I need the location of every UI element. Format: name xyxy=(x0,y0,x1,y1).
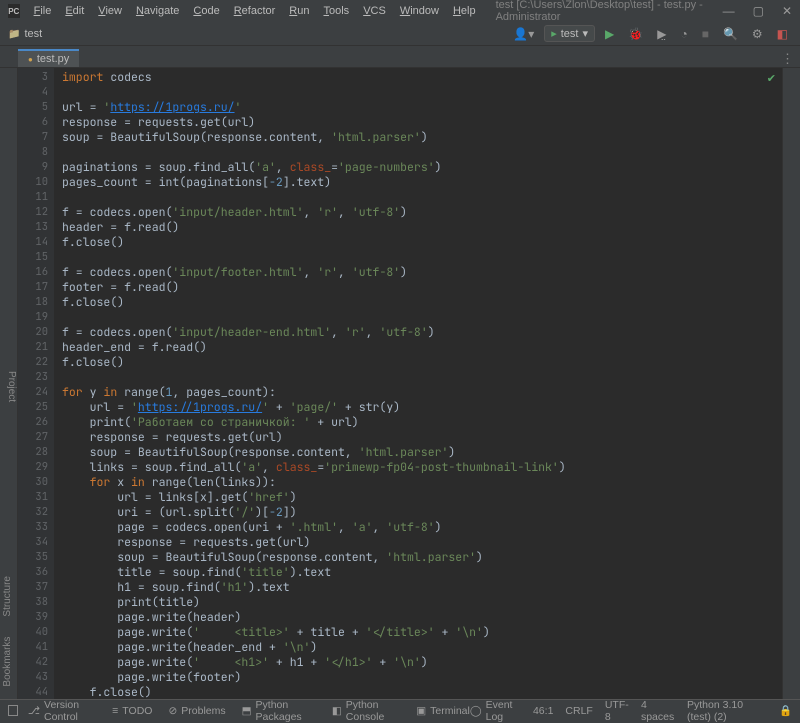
event-log-tool[interactable]: ◯ Event Log xyxy=(470,699,521,723)
run-configuration[interactable]: ▸ test ▾ xyxy=(544,25,595,42)
line-separator[interactable]: CRLF xyxy=(565,705,592,717)
problems-tool[interactable]: ⊘ Problems xyxy=(168,705,225,717)
run-config-icon: ▸ xyxy=(551,27,557,40)
menu-window[interactable]: Window xyxy=(394,3,445,19)
right-tool-strip xyxy=(782,68,800,699)
python-console-tool[interactable]: ◧ Python Console xyxy=(332,699,400,723)
python-file-icon xyxy=(28,53,33,65)
python-interpreter[interactable]: Python 3.10 (test) (2) xyxy=(687,699,767,723)
run-config-name: test xyxy=(561,28,579,40)
maximize-button[interactable]: ▢ xyxy=(753,4,764,18)
coverage-button[interactable]: ▶̤ xyxy=(653,25,670,43)
tab-label: test.py xyxy=(37,53,69,65)
ide-scripting-button[interactable]: ◧ xyxy=(773,25,792,43)
search-button[interactable]: 🔍 xyxy=(719,25,742,43)
menu-vcs[interactable]: VCS xyxy=(357,3,392,19)
bookmarks-tool[interactable]: Bookmarks xyxy=(2,637,16,687)
indent-settings[interactable]: 4 spaces xyxy=(641,699,675,723)
code-area[interactable]: import codecs url = 'https://1progs.ru/'… xyxy=(54,68,782,699)
user-icon[interactable]: 👤▾ xyxy=(509,25,538,43)
python-packages-tool[interactable]: ⬒ Python Packages xyxy=(242,699,316,723)
menu-refactor[interactable]: Refactor xyxy=(228,3,282,19)
tab-test-py[interactable]: test.py xyxy=(18,49,79,67)
menu-navigate[interactable]: Navigate xyxy=(130,3,185,19)
todo-tool[interactable]: ≡ TODO xyxy=(112,705,152,717)
stop-button[interactable]: ■ xyxy=(698,25,713,43)
minimize-button[interactable]: — xyxy=(723,4,735,18)
caret-position[interactable]: 46:1 xyxy=(533,705,553,717)
folder-icon xyxy=(8,28,20,40)
status-bar: ⎇ Version Control ≡ TODO ⊘ Problems ⬒ Py… xyxy=(0,699,800,721)
terminal-tool[interactable]: ▣ Terminal xyxy=(416,705,470,717)
menu-help[interactable]: Help xyxy=(447,3,482,19)
settings-button[interactable]: ⚙ xyxy=(748,25,767,43)
line-gutter: 3 4 5 6 7 8 9 10 11 12 13 14 15 16 17 18… xyxy=(18,68,54,699)
code-editor[interactable]: ✔ 3 4 5 6 7 8 9 10 11 12 13 14 15 16 17 … xyxy=(18,68,782,699)
menu-edit[interactable]: Edit xyxy=(59,3,90,19)
breadcrumb-project[interactable]: test xyxy=(24,28,42,40)
menu-view[interactable]: View xyxy=(92,3,128,19)
profile-button[interactable]: ◔ xyxy=(676,25,691,43)
menu-code[interactable]: Code xyxy=(187,3,225,19)
debug-button[interactable]: 🐞 xyxy=(624,25,647,43)
window-title: test [C:\Users\Zlon\Desktop\test] - test… xyxy=(496,0,723,23)
lock-icon[interactable]: 🔒 xyxy=(779,704,792,717)
file-encoding[interactable]: UTF-8 xyxy=(605,699,629,723)
tab-more-icon[interactable]: ⋮ xyxy=(781,51,794,67)
version-control-tool[interactable]: ⎇ Version Control xyxy=(28,699,96,723)
menu-run[interactable]: Run xyxy=(283,3,315,19)
tool-windows-icon[interactable] xyxy=(8,705,18,716)
main-menu: FileEditViewNavigateCodeRefactorRunTools… xyxy=(28,3,482,19)
inspection-ok-icon[interactable]: ✔ xyxy=(767,72,776,87)
menu-tools[interactable]: Tools xyxy=(318,3,356,19)
titlebar: PC FileEditViewNavigateCodeRefactorRunTo… xyxy=(0,0,800,22)
editor-tabs: test.py ⋮ xyxy=(0,46,800,68)
run-button[interactable]: ▶ xyxy=(601,25,618,43)
project-tool[interactable]: Project xyxy=(6,371,17,402)
app-logo: PC xyxy=(8,4,20,18)
structure-tool[interactable]: Structure xyxy=(2,576,16,617)
chevron-down-icon: ▾ xyxy=(582,27,588,40)
close-button[interactable]: ✕ xyxy=(782,4,792,18)
navigation-bar: test 👤▾ ▸ test ▾ ▶ 🐞 ▶̤ ◔ ■ 🔍 ⚙ ◧ xyxy=(0,22,800,46)
menu-file[interactable]: File xyxy=(28,3,58,19)
